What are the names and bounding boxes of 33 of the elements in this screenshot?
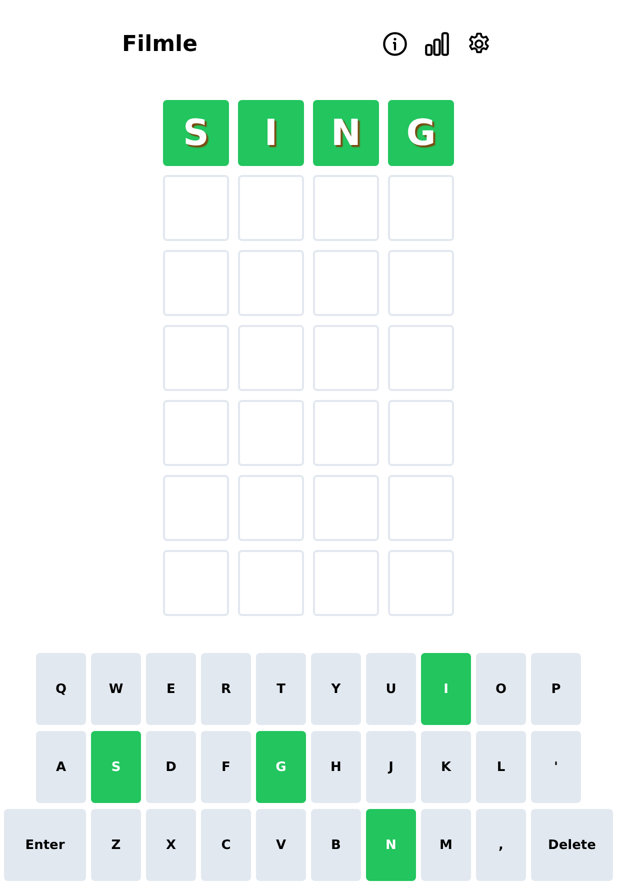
- letter-key[interactable]: E: [146, 653, 196, 725]
- letter-tile: G: [388, 100, 454, 166]
- letter-key[interactable]: W: [91, 653, 141, 725]
- letter-key[interactable]: M: [421, 809, 471, 881]
- letter-key[interactable]: F: [201, 731, 251, 803]
- letter-key[interactable]: V: [256, 809, 306, 881]
- letter-key[interactable]: L: [476, 731, 526, 803]
- app-title: Filmle: [122, 32, 198, 56]
- letter-key[interactable]: B: [311, 809, 361, 881]
- info-icon[interactable]: [382, 31, 408, 57]
- action-key[interactable]: Delete: [531, 809, 613, 881]
- letter-key[interactable]: H: [311, 731, 361, 803]
- letter-key[interactable]: Z: [91, 809, 141, 881]
- letter-key[interactable]: Y: [311, 653, 361, 725]
- letter-tile: N: [313, 100, 379, 166]
- action-key[interactable]: Enter: [4, 809, 86, 881]
- letter-key[interactable]: ,: [476, 809, 526, 881]
- letter-key[interactable]: U: [366, 653, 416, 725]
- letter-key[interactable]: C: [201, 809, 251, 881]
- letter-key[interactable]: P: [531, 653, 581, 725]
- letter-key[interactable]: ': [531, 731, 581, 803]
- letter-key[interactable]: Q: [36, 653, 86, 725]
- letter-key[interactable]: A: [36, 731, 86, 803]
- letter-key[interactable]: D: [146, 731, 196, 803]
- bar-chart-icon[interactable]: [424, 31, 450, 57]
- letter-tile: S: [163, 100, 229, 166]
- letter-tile: I: [238, 100, 304, 166]
- letter-key[interactable]: T: [256, 653, 306, 725]
- letter-key[interactable]: K: [421, 731, 471, 803]
- letter-key[interactable]: J: [366, 731, 416, 803]
- letter-key[interactable]: X: [146, 809, 196, 881]
- letter-key[interactable]: R: [201, 653, 251, 725]
- letter-key[interactable]: O: [476, 653, 526, 725]
